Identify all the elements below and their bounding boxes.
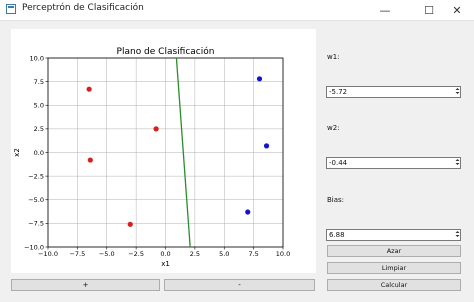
y-tick-label: 7.5 [34, 78, 44, 86]
data-point [86, 86, 92, 92]
y-tick-label: 2.5 [34, 125, 44, 133]
y-axis-label: x2 [13, 148, 21, 157]
x-tick-label: 0.0 [160, 250, 170, 258]
close-icon: ✕ [452, 3, 462, 17]
y-tick-label: 0.0 [34, 149, 44, 157]
points [86, 76, 270, 227]
chart-title: Plano de Clasificación [117, 46, 215, 57]
y-tick-label: −7.5 [28, 220, 44, 228]
bias-field-wrap [326, 229, 461, 241]
close-button[interactable]: ✕ [440, 0, 474, 20]
w1-field-wrap [326, 86, 461, 98]
clear-button[interactable]: Limpiar [327, 262, 461, 274]
w1-spin-icon[interactable] [455, 87, 460, 95]
bias-spin-icon[interactable] [455, 230, 460, 238]
x-tick-label: 7.5 [248, 250, 258, 258]
x-tick-label: 10.0 [276, 250, 290, 258]
y-tick-label: 5.0 [34, 102, 44, 110]
x-tick-label: −2.5 [128, 250, 144, 258]
w2-spin-icon[interactable] [455, 158, 460, 166]
ticks: −10.0 −7.5 −5.0 −2.5 0.0 2.5 5.0 7.5 10.0−10.0−7… [24, 54, 290, 258]
data-point [87, 157, 93, 163]
y-tick-label: −2.5 [28, 172, 44, 180]
classification-plot: −10.0 −7.5 −5.0 −2.5 0.0 2.5 5.0 7.5 10.0−10.0−7… [13, 46, 290, 268]
minus-button[interactable]: - [164, 279, 315, 291]
x-tick-label: −7.5 [69, 250, 85, 258]
bias-label: Bias: [327, 196, 345, 204]
grid [47, 57, 284, 248]
data-point [153, 126, 159, 132]
w1-label: w1: [327, 53, 340, 61]
y-tick-label: −10.0 [24, 243, 44, 251]
minimize-icon: — [379, 3, 391, 17]
maximize-icon: ☐ [424, 3, 434, 17]
x-tick-label: −5.0 [99, 250, 115, 258]
data-point [263, 143, 270, 149]
x-tick-label: 2.5 [190, 250, 200, 258]
title-bar: Perceptrón de Clasificación — ☐ ✕ [0, 0, 474, 21]
w2-label: w2: [327, 124, 340, 132]
data-point [245, 209, 251, 215]
w2-field-wrap [326, 157, 461, 169]
app-icon [6, 4, 16, 14]
w1-input[interactable] [326, 86, 461, 98]
plus-button[interactable]: + [11, 279, 160, 291]
y-tick-label: 10.0 [30, 54, 44, 62]
bias-input[interactable] [326, 229, 461, 241]
x-tick-label: 5.0 [219, 250, 229, 258]
data-point [127, 221, 133, 227]
minimize-button[interactable]: — [368, 0, 402, 20]
y-tick-label: −5.0 [28, 196, 44, 204]
random-button[interactable]: Azar [327, 245, 461, 257]
plot-canvas: −10.0 −7.5 −5.0 −2.5 0.0 2.5 5.0 7.5 10.0 −10.0 −7… [11, 29, 316, 273]
window-title: Perceptrón de Clasificación [22, 3, 144, 13]
w2-input[interactable] [326, 157, 461, 169]
compute-button[interactable]: Calcular [327, 279, 461, 291]
x-axis-label: x1 [161, 260, 170, 268]
data-point [256, 76, 263, 82]
